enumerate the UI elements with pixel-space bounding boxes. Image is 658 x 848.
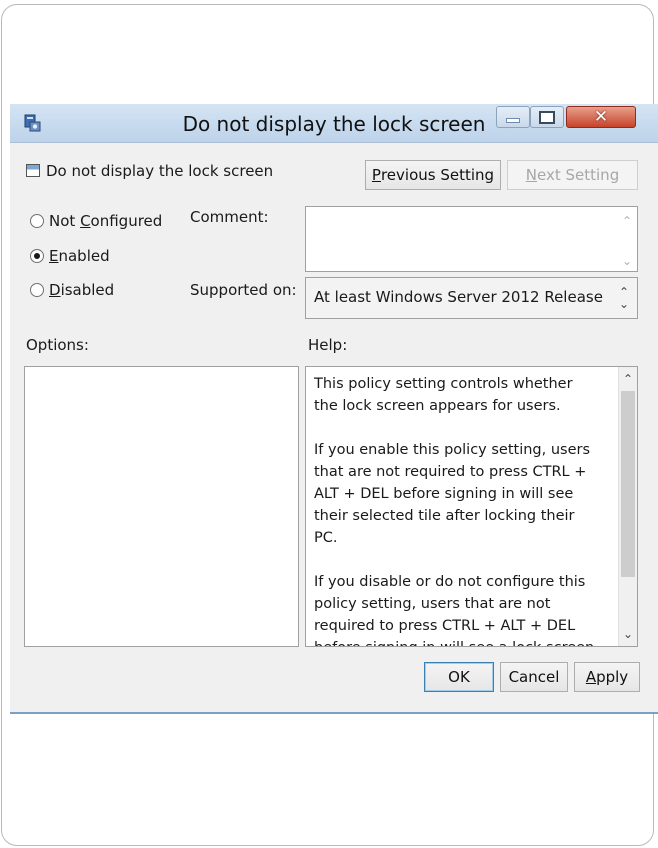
minimize-icon bbox=[507, 118, 519, 122]
policy-name-label: Do not display the lock screen bbox=[26, 162, 273, 180]
ok-button[interactable]: OK bbox=[424, 662, 494, 692]
radio-label: Disabled bbox=[49, 281, 115, 299]
supported-on-field[interactable]: At least Windows Server 2012 Release ⌃ ⌄ bbox=[305, 277, 638, 319]
radio-label: Enabled bbox=[49, 247, 110, 265]
help-panel[interactable]: This policy setting controls whether the… bbox=[305, 366, 638, 647]
previous-setting-accelerator: P bbox=[371, 166, 381, 184]
previous-setting-label: revious Setting bbox=[380, 166, 495, 184]
policy-editor-app-icon bbox=[24, 114, 41, 132]
radio-enabled[interactable]: Enabled bbox=[30, 247, 110, 265]
scroll-down-icon[interactable]: ⌄ bbox=[619, 298, 629, 310]
supported-on-value: At least Windows Server 2012 Release bbox=[314, 288, 603, 306]
scroll-down-icon[interactable]: ⌄ bbox=[623, 628, 633, 640]
next-setting-label: ext Setting bbox=[537, 166, 620, 184]
scroll-down-icon[interactable]: ⌄ bbox=[622, 255, 632, 267]
minimize-button[interactable] bbox=[496, 106, 530, 128]
policy-name-text: Do not display the lock screen bbox=[46, 162, 274, 180]
apply-accelerator: A bbox=[585, 668, 597, 686]
supported-on-label: Supported on: bbox=[190, 281, 297, 299]
maximize-icon bbox=[539, 110, 555, 124]
help-paragraph: This policy setting controls whether the… bbox=[314, 376, 573, 414]
apply-button[interactable]: Apply bbox=[574, 662, 640, 692]
comment-textarea[interactable]: ⌃ ⌄ bbox=[305, 206, 638, 272]
radio-indicator bbox=[30, 214, 44, 228]
scroll-up-icon[interactable]: ⌃ bbox=[623, 373, 633, 385]
help-paragraph: If you enable this policy setting, users… bbox=[314, 442, 591, 546]
close-icon: ✕ bbox=[593, 107, 609, 127]
help-paragraph: If you disable or do not configure this … bbox=[314, 574, 594, 646]
previous-setting-button[interactable]: Previous Setting bbox=[365, 160, 501, 190]
radio-not-configured[interactable]: Not Configured bbox=[30, 212, 162, 230]
radio-indicator bbox=[30, 249, 44, 263]
options-panel[interactable] bbox=[24, 366, 299, 647]
help-text: This policy setting controls whether the… bbox=[314, 373, 598, 646]
radio-disabled[interactable]: Disabled bbox=[30, 281, 114, 299]
next-setting-button[interactable]: Next Setting bbox=[507, 160, 638, 190]
cancel-button[interactable]: Cancel bbox=[500, 662, 568, 692]
radio-label: Not Configured bbox=[49, 212, 163, 230]
options-label: Options: bbox=[26, 336, 89, 354]
help-scrollbar[interactable]: ⌃ ⌄ bbox=[618, 367, 637, 646]
title-bar[interactable]: Do not display the lock screen ✕ bbox=[10, 104, 658, 143]
help-label: Help: bbox=[308, 336, 348, 354]
apply-label: pply bbox=[596, 668, 629, 686]
scroll-up-icon[interactable]: ⌃ bbox=[622, 215, 632, 227]
radio-indicator bbox=[30, 283, 44, 297]
next-setting-accelerator: N bbox=[525, 166, 538, 184]
scrollbar-thumb[interactable] bbox=[621, 391, 635, 577]
close-button[interactable]: ✕ bbox=[566, 106, 636, 128]
comment-label: Comment: bbox=[190, 208, 269, 226]
maximize-button[interactable] bbox=[530, 106, 564, 128]
group-policy-dialog: Do not display the lock screen ✕ Do not … bbox=[10, 104, 658, 714]
policy-setting-icon bbox=[26, 164, 40, 177]
